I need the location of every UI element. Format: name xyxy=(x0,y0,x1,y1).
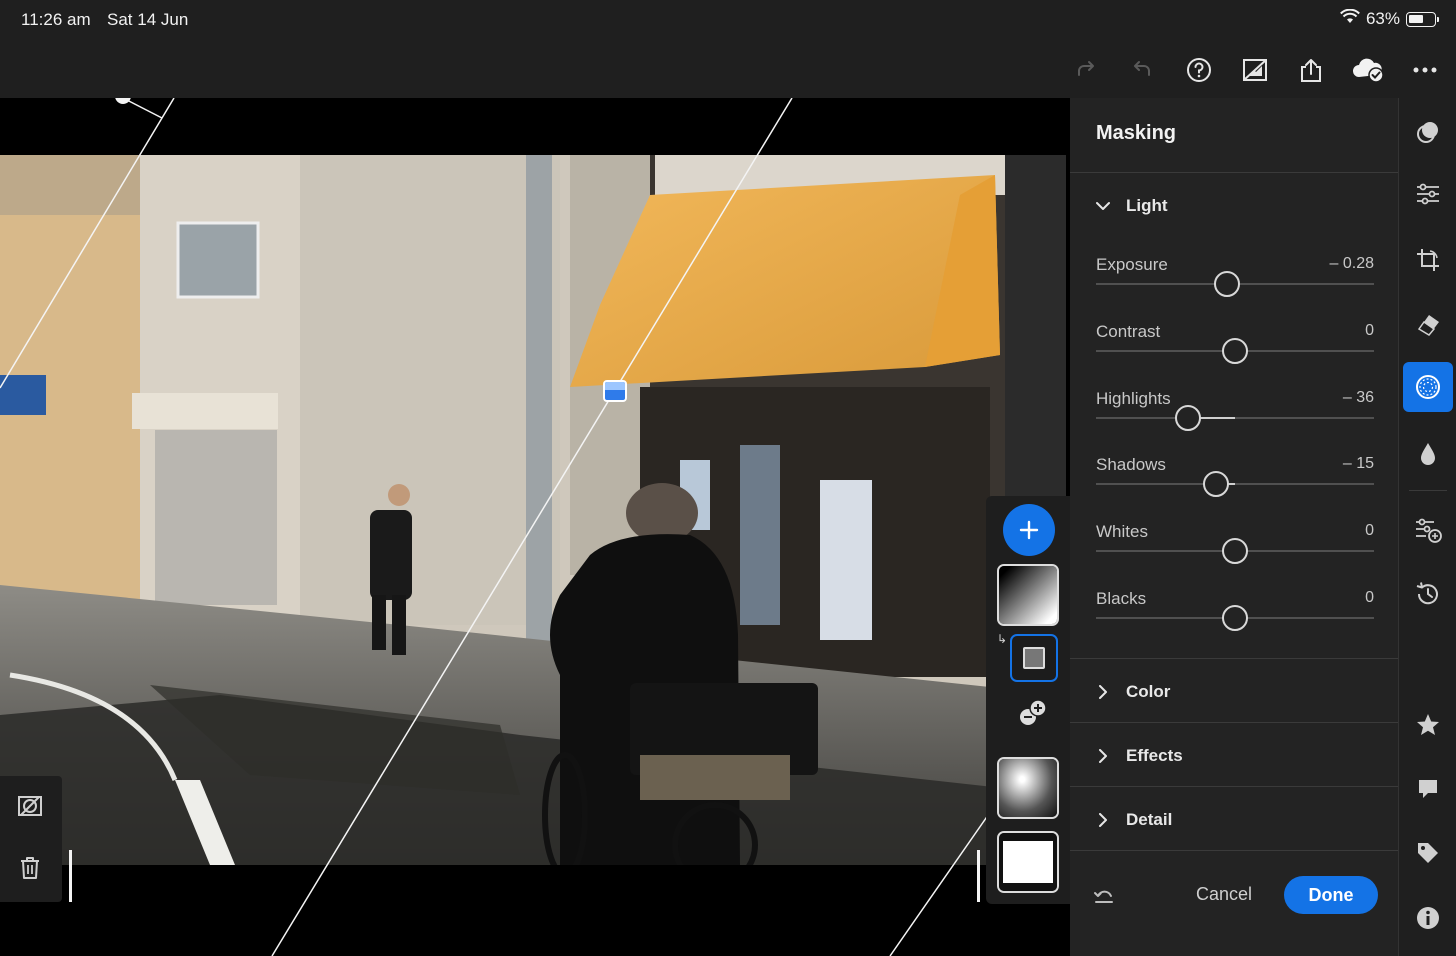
slider-label: Highlights xyxy=(1096,389,1171,408)
comment-icon[interactable] xyxy=(1403,764,1453,814)
mask-thumbnail-gradient[interactable] xyxy=(997,564,1059,626)
slider-contrast[interactable]: Contrast 0 xyxy=(1096,322,1374,382)
status-date: Sat 14 Jun xyxy=(107,10,189,29)
redo-icon[interactable] xyxy=(1070,54,1102,86)
masking-panel: Masking Light Exposure – 0.28 Contrast 0… xyxy=(1070,98,1398,956)
slider-knob[interactable] xyxy=(1213,271,1240,297)
section-color-label: Color xyxy=(1126,682,1171,701)
section-color-header[interactable]: Color xyxy=(1096,682,1170,702)
panel-footer: Cancel Done xyxy=(1070,868,1398,928)
tool-rail xyxy=(1398,98,1456,956)
slider-track[interactable] xyxy=(1096,417,1374,419)
divider xyxy=(1070,172,1398,173)
edit-icon[interactable] xyxy=(1403,169,1453,219)
section-effects-label: Effects xyxy=(1126,746,1183,765)
mask-thumbnail-radial[interactable] xyxy=(997,757,1059,819)
panel-title: Masking xyxy=(1096,122,1177,144)
rail-divider xyxy=(1409,490,1447,491)
section-detail-header[interactable]: Detail xyxy=(1096,810,1172,830)
divider xyxy=(1070,658,1398,659)
slider-track[interactable] xyxy=(1096,483,1374,485)
slider-highlights[interactable]: Highlights – 36 xyxy=(1096,389,1374,449)
battery-icon xyxy=(1406,11,1439,27)
status-time: 11:26 am xyxy=(21,10,91,29)
healing-icon[interactable] xyxy=(1403,299,1453,349)
presets-icon[interactable] xyxy=(1403,107,1453,157)
mask-thumbnail-full[interactable] xyxy=(997,831,1059,893)
trash-icon[interactable] xyxy=(14,852,46,884)
divider xyxy=(1070,722,1398,723)
section-detail-label: Detail xyxy=(1126,810,1173,829)
mask-pin[interactable] xyxy=(603,380,627,402)
star-icon[interactable] xyxy=(1403,700,1453,750)
undo-icon[interactable] xyxy=(1126,54,1158,86)
more-icon[interactable] xyxy=(1409,54,1441,86)
slider-knob[interactable] xyxy=(1174,405,1201,431)
slider-label: Shadows xyxy=(1096,455,1166,474)
sub-mask-linear-thumbnail[interactable] xyxy=(1010,634,1058,682)
chevron-down-icon xyxy=(1096,199,1110,213)
slider-knob[interactable] xyxy=(1222,605,1248,631)
reset-icon[interactable] xyxy=(1092,884,1120,912)
chevron-right-icon xyxy=(1096,685,1110,699)
photo-canvas[interactable] xyxy=(0,98,1070,956)
chevron-right-icon xyxy=(1096,813,1110,827)
divider xyxy=(1070,786,1398,787)
cancel-button[interactable]: Cancel xyxy=(1196,884,1252,905)
crop-icon[interactable] xyxy=(1403,235,1453,285)
compare-icon[interactable] xyxy=(1239,54,1271,86)
chevron-right-icon xyxy=(1096,749,1110,763)
mask-guide-lines[interactable] xyxy=(0,98,1070,956)
slider-value: 0 xyxy=(1365,589,1374,606)
done-button[interactable]: Done xyxy=(1284,876,1378,914)
section-light-label: Light xyxy=(1126,196,1168,215)
slider-value: 0 xyxy=(1365,322,1374,339)
subtract-mask-icon[interactable] xyxy=(1018,698,1048,728)
invert-mask-icon[interactable] xyxy=(14,790,46,822)
share-icon[interactable] xyxy=(1295,54,1327,86)
versions-adjust-icon[interactable] xyxy=(1403,505,1453,555)
slider-label: Blacks xyxy=(1096,589,1147,608)
cloud-sync-icon[interactable] xyxy=(1350,54,1386,86)
history-icon[interactable] xyxy=(1403,569,1453,619)
slider-label: Exposure xyxy=(1096,255,1168,274)
slider-value: 0 xyxy=(1365,522,1374,539)
slider-shadows[interactable]: Shadows – 15 xyxy=(1096,455,1374,515)
sub-mask-arrow-icon: ↳ xyxy=(997,632,1008,646)
slider-label: Contrast xyxy=(1096,322,1161,341)
blur-icon[interactable] xyxy=(1403,429,1453,479)
section-effects-header[interactable]: Effects xyxy=(1096,746,1183,766)
mask-stack: ↳ xyxy=(986,496,1070,904)
slider-label: Whites xyxy=(1096,522,1148,541)
help-icon[interactable] xyxy=(1183,54,1215,86)
wifi-icon xyxy=(1340,8,1360,29)
add-mask-button[interactable] xyxy=(1003,504,1055,556)
slider-value: – 15 xyxy=(1342,455,1374,472)
status-bar: 11:26 am Sat 14 Jun 63% xyxy=(0,0,1456,42)
top-toolbar xyxy=(0,42,1456,98)
divider xyxy=(1070,850,1398,851)
status-right: 63% xyxy=(1340,8,1439,29)
slider-value: – 36 xyxy=(1342,389,1374,406)
masking-icon[interactable] xyxy=(1403,362,1453,412)
slider-value: – 0.28 xyxy=(1329,255,1374,272)
slider-knob[interactable] xyxy=(1222,338,1248,364)
slider-exposure[interactable]: Exposure – 0.28 xyxy=(1096,255,1374,315)
battery-percent: 63% xyxy=(1365,9,1400,28)
tag-icon[interactable] xyxy=(1403,828,1453,878)
info-icon[interactable] xyxy=(1403,893,1453,943)
slider-blacks[interactable]: Blacks 0 xyxy=(1096,589,1374,649)
slider-knob[interactable] xyxy=(1222,538,1248,564)
slider-knob[interactable] xyxy=(1202,471,1229,497)
mask-tools xyxy=(0,776,62,902)
section-light-header[interactable]: Light xyxy=(1096,196,1168,216)
slider-whites[interactable]: Whites 0 xyxy=(1096,522,1374,582)
